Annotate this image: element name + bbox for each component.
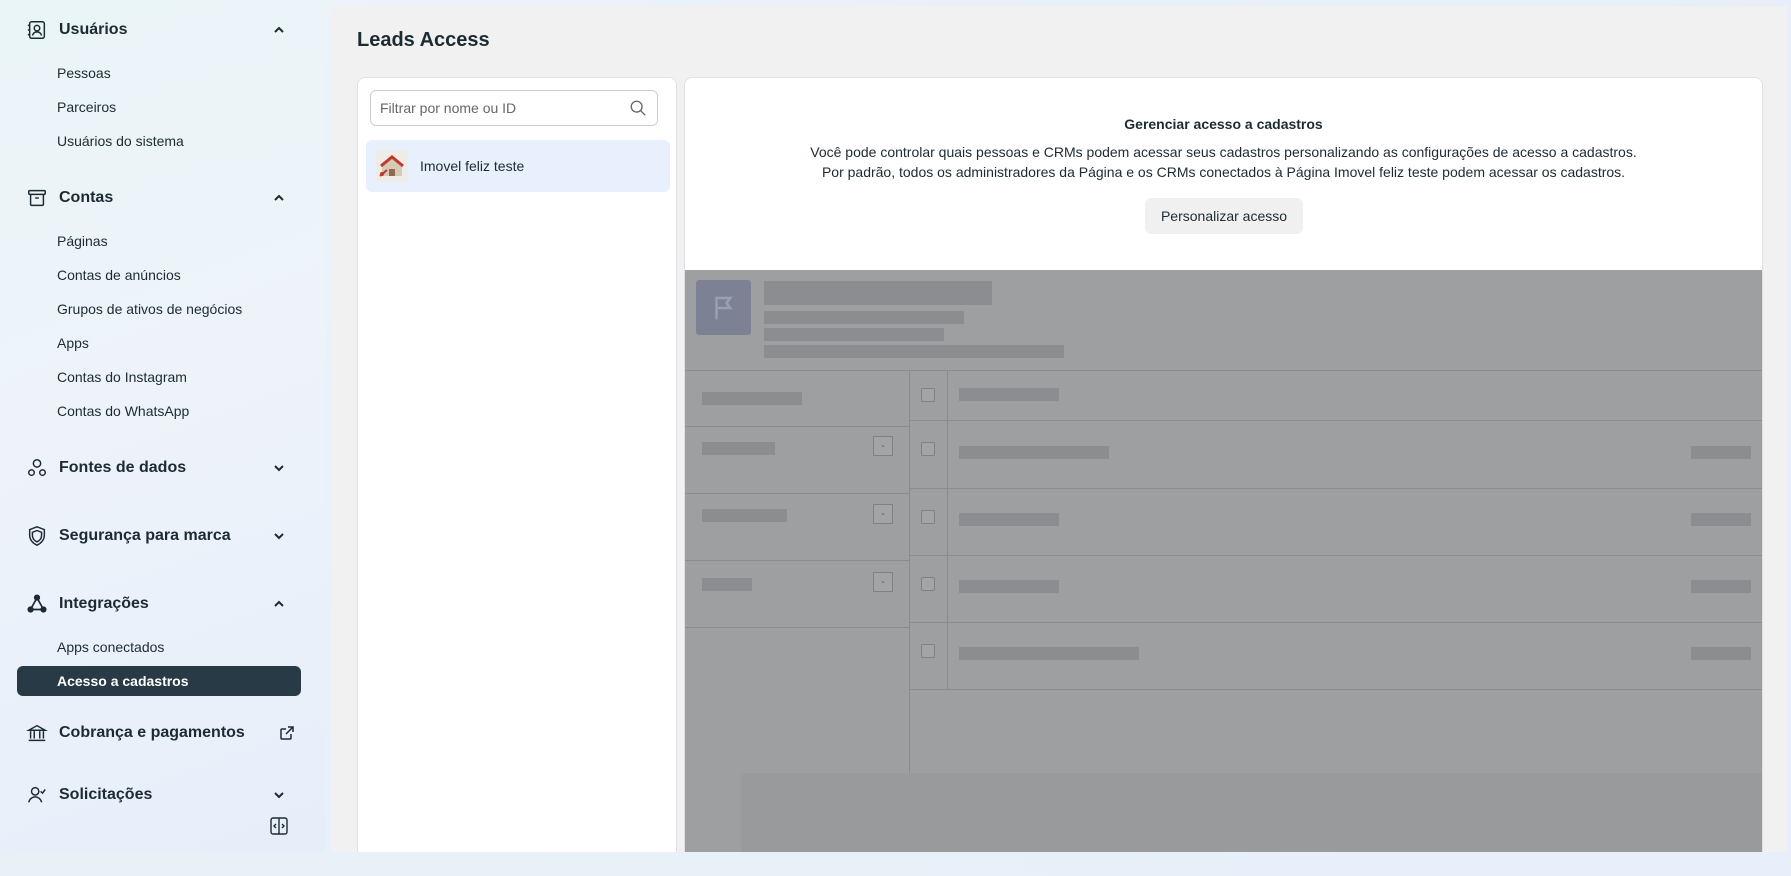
placeholder-checkbox: [921, 388, 935, 402]
sidebar-section-title: Fontes de dados: [59, 459, 187, 476]
placeholder-bar: [1691, 513, 1751, 526]
placeholder-checkbox: [921, 577, 935, 591]
list-item[interactable]: Imovel feliz teste: [366, 140, 670, 192]
placeholder-bar: [959, 513, 1059, 526]
sidebar-section-title: Segurança para marca: [59, 527, 231, 544]
sidebar: Usuários Pessoas Parceiros Usuários do s…: [0, 0, 325, 876]
sidebar-item-contas-do-whatsapp[interactable]: Contas do WhatsApp: [17, 396, 301, 426]
placeholder-bar: [764, 281, 992, 305]
data-sources-icon: [25, 456, 49, 480]
page-title: Leads Access: [357, 29, 490, 51]
placeholder-bar: [959, 388, 1059, 401]
divider: [685, 493, 909, 494]
placeholder-checkbox: [921, 644, 935, 658]
contact-card-icon: [25, 18, 49, 42]
placeholder-bar: [1691, 580, 1751, 593]
placeholder-bar: [764, 345, 1064, 358]
chevron-up-icon[interactable]: [269, 594, 289, 614]
integrations-icon: [25, 592, 49, 616]
person-check-icon: [25, 783, 49, 807]
sidebar-item-pessoas[interactable]: Pessoas: [17, 58, 301, 88]
sidebar-item-apps-conectados[interactable]: Apps conectados: [17, 632, 301, 662]
placeholder-checkbox: [921, 510, 935, 524]
manage-access-title: Gerenciar acesso a cadastros: [1124, 116, 1323, 132]
sidebar-item-grupos-de-ativos[interactable]: Grupos de ativos de negócios: [17, 294, 301, 324]
sidebar-section-title: Cobrança e pagamentos: [59, 724, 245, 741]
sidebar-section-integracoes[interactable]: Integrações: [17, 584, 307, 624]
sidebar-section-title: Solicitações: [59, 786, 153, 803]
sidebar-section-usuarios[interactable]: Usuários: [17, 10, 307, 50]
bank-icon: [25, 721, 49, 745]
placeholder-bar: [959, 647, 1139, 660]
loading-placeholder: - - -: [685, 270, 1762, 852]
sidebar-item-apps[interactable]: Apps: [17, 328, 301, 358]
placeholder-bar: [1691, 446, 1751, 459]
bottom-strip: [0, 852, 1791, 876]
flag-icon: [696, 280, 751, 335]
chevron-up-icon[interactable]: [269, 20, 289, 40]
divider: [685, 560, 909, 561]
search-input[interactable]: [371, 91, 627, 125]
sidebar-item-contas-do-instagram[interactable]: Contas do Instagram: [17, 362, 301, 392]
placeholder-bar: [702, 392, 802, 405]
sidebar-item-parceiros[interactable]: Parceiros: [17, 92, 301, 122]
divider: [685, 426, 909, 427]
chevron-down-icon[interactable]: [269, 458, 289, 478]
customize-access-button[interactable]: Personalizar acesso: [1145, 198, 1303, 234]
pages-list-panel: Imovel feliz teste: [357, 77, 677, 852]
page-avatar: [376, 150, 408, 182]
placeholder-block: [741, 773, 1762, 852]
sidebar-item-acesso-a-cadastros[interactable]: Acesso a cadastros: [17, 666, 301, 696]
placeholder-toggle: -: [873, 504, 893, 524]
divider: [909, 488, 1762, 489]
placeholder-toggle: -: [873, 436, 893, 456]
page-name: Imovel feliz teste: [420, 158, 525, 174]
collapse-sidebar-icon[interactable]: [268, 815, 290, 837]
placeholder-bar: [959, 446, 1109, 459]
placeholder-bar: [702, 578, 752, 591]
placeholder-bar: [764, 328, 944, 341]
placeholder-bar: [1691, 647, 1751, 660]
chevron-up-icon[interactable]: [269, 188, 289, 208]
sidebar-section-title: Contas: [59, 189, 114, 206]
search-icon[interactable]: [627, 97, 649, 119]
placeholder-bar: [702, 509, 787, 522]
archive-box-icon: [25, 186, 49, 210]
sidebar-item-paginas[interactable]: Páginas: [17, 226, 301, 256]
divider: [685, 627, 909, 628]
sidebar-section-title: Integrações: [59, 595, 149, 612]
sidebar-section-title: Usuários: [59, 21, 128, 38]
sidebar-item-contas-de-anuncios[interactable]: Contas de anúncios: [17, 260, 301, 290]
placeholder-bar: [959, 580, 1059, 593]
manage-access-description-line1: Você pode controlar quais pessoas e CRMs…: [810, 144, 1637, 160]
sidebar-section-solicitacoes[interactable]: Solicitações: [17, 775, 307, 815]
sidebar-section-seguranca-para-marca[interactable]: Segurança para marca: [17, 516, 307, 556]
main-content: Leads Access Imovel feliz teste: [331, 6, 1787, 852]
external-link-icon[interactable]: [277, 723, 297, 743]
divider: [909, 689, 1762, 690]
divider: [685, 370, 1762, 371]
sidebar-section-contas[interactable]: Contas: [17, 178, 307, 218]
divider: [947, 370, 948, 690]
manage-access-description-line2: Por padrão, todos os administradores da …: [821, 164, 1626, 180]
chevron-down-icon[interactable]: [269, 526, 289, 546]
divider: [909, 622, 1762, 623]
access-settings-panel: Gerenciar acesso a cadastros Você pode c…: [684, 77, 1763, 852]
sidebar-section-fontes-de-dados[interactable]: Fontes de dados: [17, 448, 307, 488]
search-field[interactable]: [370, 90, 658, 126]
placeholder-toggle: -: [873, 572, 893, 592]
shield-icon: [25, 524, 49, 548]
divider: [909, 555, 1762, 556]
placeholder-checkbox: [921, 442, 935, 456]
sidebar-section-cobranca-e-pagamentos[interactable]: Cobrança e pagamentos: [17, 713, 307, 753]
placeholder-bar: [764, 311, 964, 324]
divider: [909, 420, 1762, 421]
chevron-down-icon[interactable]: [269, 785, 289, 805]
sidebar-item-usuarios-do-sistema[interactable]: Usuários do sistema: [17, 126, 301, 156]
placeholder-bar: [702, 442, 775, 455]
